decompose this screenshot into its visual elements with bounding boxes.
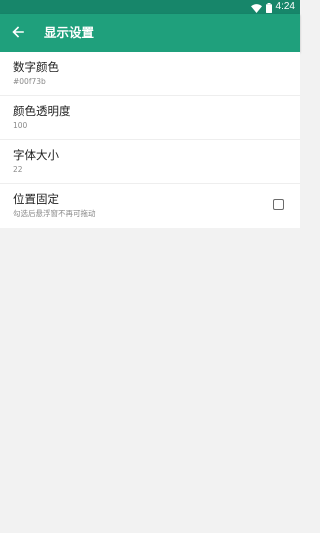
setting-title: 颜色透明度 (13, 104, 71, 118)
position-fixed-checkbox[interactable] (273, 199, 284, 210)
page-title: 显示设置 (44, 25, 95, 40)
setting-color-opacity[interactable]: 颜色透明度 100 (0, 96, 300, 140)
status-bar: 4:24 (0, 0, 300, 14)
setting-summary: 22 (13, 165, 23, 174)
setting-position-fixed[interactable]: 位置固定 勾选后悬浮窗不再可拖动 (0, 184, 300, 228)
setting-font-size[interactable]: 字体大小 22 (0, 140, 300, 184)
setting-number-color[interactable]: 数字颜色 #00f73b (0, 52, 300, 96)
status-icons: 4:24 (250, 0, 295, 14)
setting-title: 位置固定 (13, 192, 59, 206)
setting-summary: 100 (13, 121, 28, 130)
back-button[interactable] (6, 20, 30, 44)
setting-summary: 勾选后悬浮窗不再可拖动 (13, 209, 96, 218)
settings-list: 数字颜色 #00f73b 颜色透明度 100 字体大小 22 位置固定 勾选后悬… (0, 52, 300, 228)
arrow-left-icon (12, 23, 24, 42)
app-bar: 显示设置 (0, 14, 300, 52)
setting-title: 字体大小 (13, 148, 59, 162)
setting-title: 数字颜色 (13, 60, 59, 74)
setting-summary: #00f73b (13, 77, 46, 86)
status-time: 4:24 (275, 1, 295, 12)
